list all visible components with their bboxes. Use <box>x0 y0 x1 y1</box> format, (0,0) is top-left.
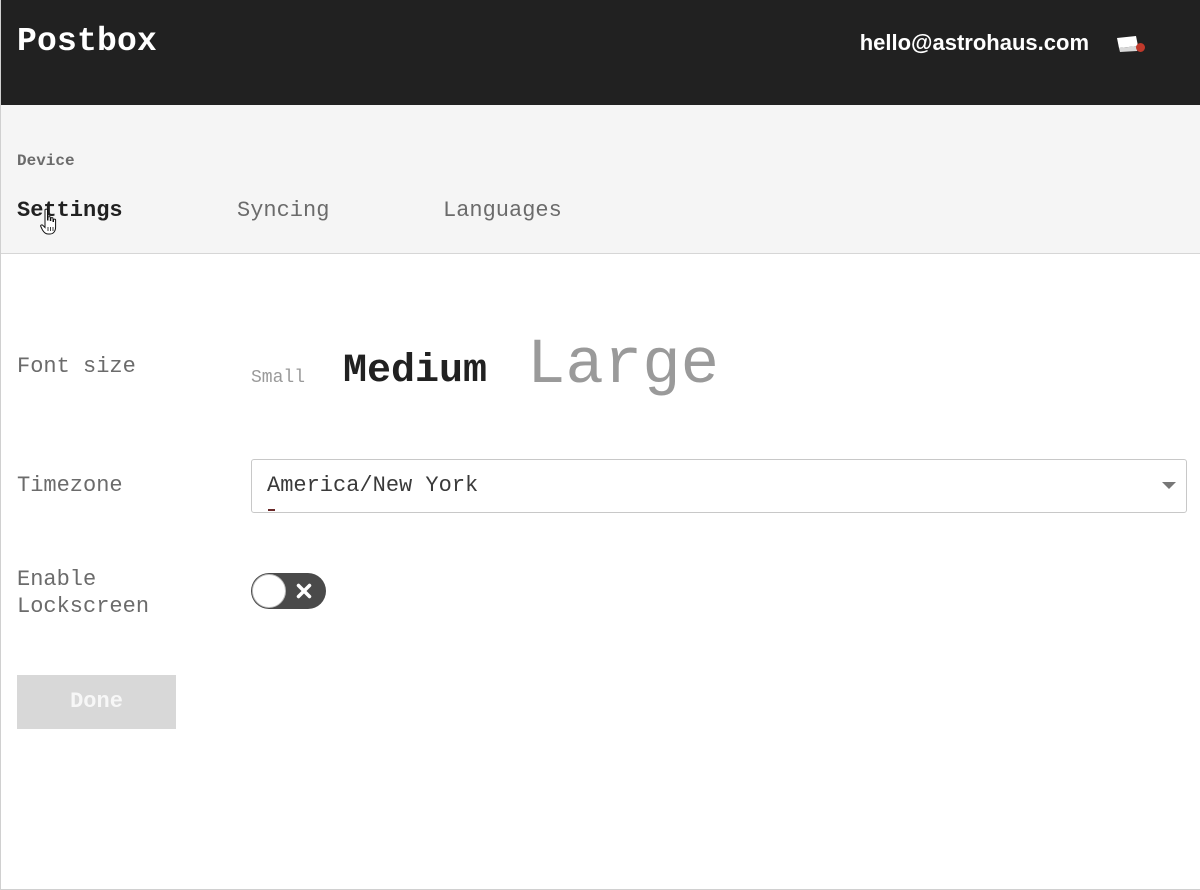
font-size-label: Font size <box>17 354 136 379</box>
settings-page: Postbox hello@astrohaus.com Device Setti… <box>0 0 1200 890</box>
tab-languages[interactable]: Languages <box>443 197 562 225</box>
caret-down-icon <box>1162 482 1176 489</box>
section-label: Device <box>17 152 75 170</box>
tab-syncing[interactable]: Syncing <box>237 197 329 225</box>
top-bar: Postbox hello@astrohaus.com <box>1 0 1200 105</box>
toggle-knob <box>252 574 286 608</box>
done-button[interactable]: Done <box>17 675 176 729</box>
hand-cursor-icon <box>40 208 57 235</box>
lockscreen-label: Enable Lockscreen <box>17 567 150 619</box>
timezone-select[interactable]: America/New York <box>251 459 1187 513</box>
font-size-option-small[interactable]: Small <box>251 367 305 389</box>
sub-header: Device Settings Syncing Languages <box>1 105 1200 254</box>
notification-dot <box>1136 43 1145 52</box>
timezone-value: America/New York <box>267 473 479 498</box>
timezone-label: Timezone <box>17 473 123 498</box>
account-email[interactable]: hello@astrohaus.com <box>860 29 1089 57</box>
tab-settings[interactable]: Settings <box>17 197 123 225</box>
text-cursor <box>268 509 275 511</box>
font-size-option-large[interactable]: Large <box>527 330 719 402</box>
x-icon <box>296 583 312 599</box>
inbox-tray-icon[interactable] <box>1116 35 1146 55</box>
font-size-option-medium[interactable]: Medium <box>343 348 487 396</box>
lockscreen-toggle[interactable] <box>251 573 326 609</box>
app-title: Postbox <box>17 23 158 60</box>
